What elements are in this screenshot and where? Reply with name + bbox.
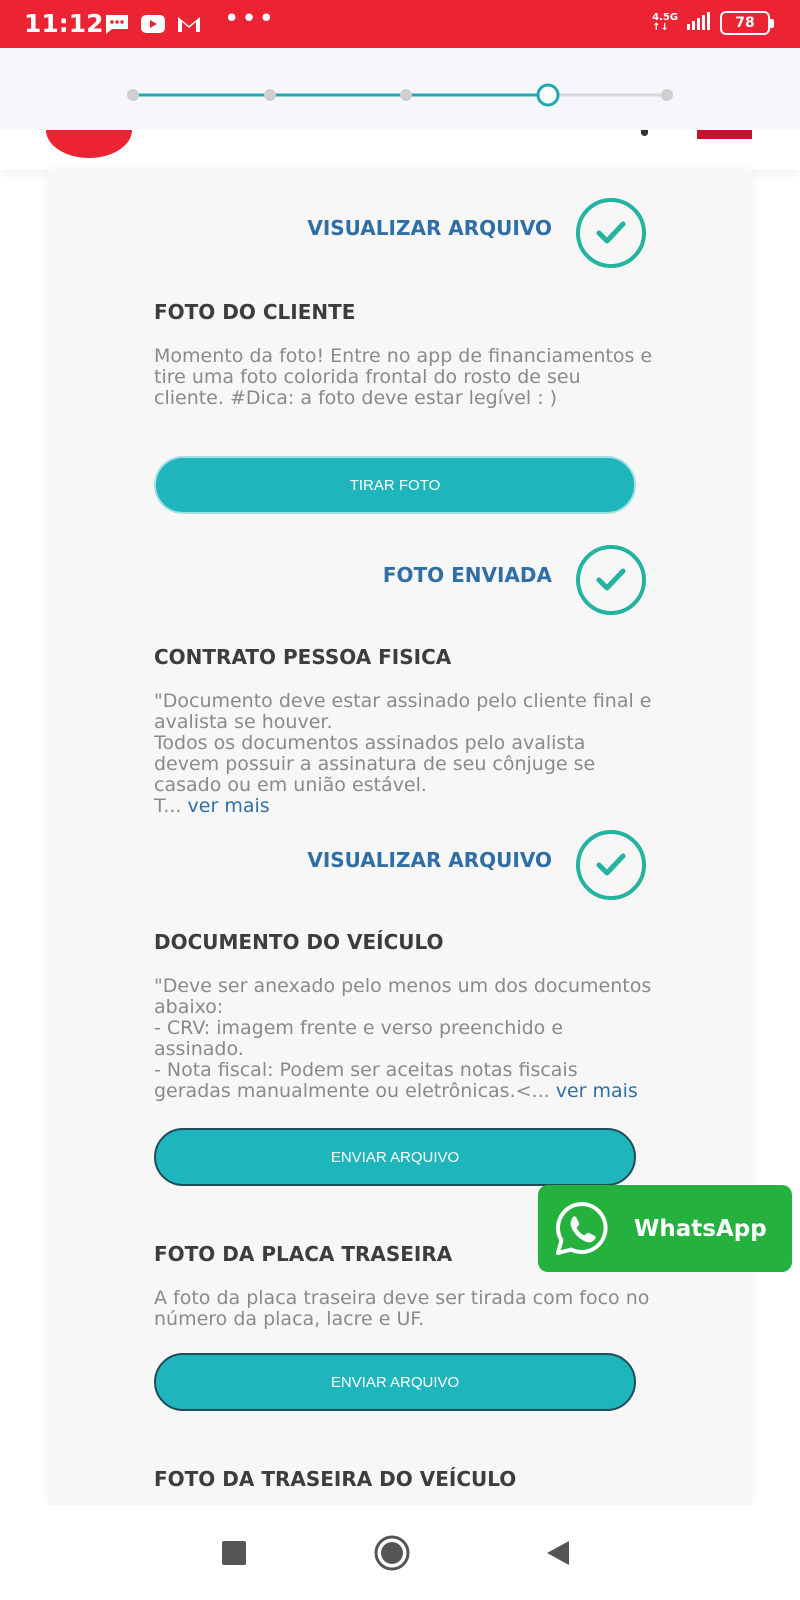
system-indicators: 4.5G ↑↓ 78	[652, 10, 774, 36]
network-indicator: 4.5G ↑↓	[652, 13, 678, 33]
signal-icon	[686, 10, 712, 36]
whatsapp-button[interactable]: WhatsApp	[538, 1185, 792, 1272]
status-row-foto-enviada: FOTO ENVIADA	[48, 545, 752, 615]
doc-line-1: "Deve ser anexado pelo menos um dos docu…	[154, 975, 652, 1018]
visualizar-arquivo-link[interactable]: VISUALIZAR ARQUIVO	[307, 216, 552, 240]
step-3	[400, 89, 412, 101]
placa-traseira-description: A foto da placa traseira deve ser tirada…	[154, 1287, 650, 1330]
whatsapp-label: WhatsApp	[634, 1215, 767, 1242]
whatsapp-icon	[552, 1199, 612, 1259]
ver-mais-link[interactable]: ver mais	[556, 1080, 638, 1102]
message-icon	[104, 12, 130, 36]
placa-traseira-title: FOTO DA PLACA TRASEIRA	[154, 1242, 453, 1266]
contrato-line-1: "Documento deve estar assinado pelo clie…	[154, 690, 652, 733]
step-5	[661, 89, 673, 101]
status-bar: 11:12 ••• 4.5G ↑↓ 78	[0, 0, 800, 48]
foto-enviada-status: FOTO ENVIADA	[382, 563, 552, 587]
system-navigation-bar	[0, 1505, 800, 1600]
doc-line-2: - CRV: imagem frente e verso preenchido …	[154, 1017, 564, 1060]
progress-stepper	[127, 83, 673, 107]
traseira-veiculo-title: FOTO DA TRASEIRA DO VEÍCULO	[154, 1467, 517, 1491]
tirar-foto-button[interactable]: TIRAR FOTO	[154, 456, 636, 514]
doc-truncated: - Nota fiscal: Podem ser aceitas notas f…	[154, 1059, 578, 1102]
contrato-line-3: T... ver mais	[154, 796, 654, 817]
visualizar-arquivo-link[interactable]: VISUALIZAR ARQUIVO	[307, 848, 552, 872]
step-1	[127, 89, 139, 101]
youtube-icon	[140, 12, 166, 36]
documents-panel: VISUALIZAR ARQUIVO FOTO DO CLIENTE Momen…	[48, 170, 752, 1505]
documento-veiculo-description: "Deve ser anexado pelo menos um dos docu…	[154, 976, 654, 1102]
documento-veiculo-title: DOCUMENTO DO VEÍCULO	[154, 930, 444, 954]
gmail-icon	[176, 12, 202, 36]
contrato-line-2: Todos os documentos assinados pelo avali…	[154, 732, 596, 796]
enviar-arquivo-button[interactable]: ENVIAR ARQUIVO	[154, 1353, 636, 1411]
circle-nav-icon[interactable]	[372, 1533, 412, 1573]
foto-cliente-title: FOTO DO CLIENTE	[154, 300, 356, 324]
stepper-band	[0, 48, 800, 130]
app-header	[0, 48, 800, 170]
enviar-arquivo-button[interactable]: ENVIAR ARQUIVO	[154, 1128, 636, 1186]
header-icon[interactable]	[641, 130, 648, 136]
more-notifications-icon: •••	[224, 4, 277, 34]
triangle-back-icon[interactable]	[538, 1533, 578, 1573]
contrato-truncated: T...	[154, 795, 182, 817]
check-icon	[576, 545, 646, 615]
status-row-contrato: VISUALIZAR ARQUIVO	[48, 830, 752, 900]
contrato-description: "Documento deve estar assinado pelo clie…	[154, 691, 654, 817]
battery-icon: 78	[720, 11, 774, 35]
step-4-current	[536, 83, 560, 107]
check-icon	[576, 198, 646, 268]
menu-flag[interactable]	[697, 130, 752, 139]
step-2	[264, 89, 276, 101]
contrato-title: CONTRATO PESSOA FISICA	[154, 645, 452, 669]
status-time: 11:12	[24, 9, 104, 38]
data-arrows-icon: ↑↓	[652, 22, 669, 33]
status-row-visualizar: VISUALIZAR ARQUIVO	[48, 198, 752, 268]
doc-line-3: - Nota fiscal: Podem ser aceitas notas f…	[154, 1060, 654, 1102]
ver-mais-link[interactable]: ver mais	[188, 795, 270, 817]
notification-icons	[104, 12, 202, 36]
check-icon	[576, 830, 646, 900]
battery-level: 78	[735, 15, 755, 31]
square-nav-icon[interactable]	[214, 1533, 254, 1573]
app-logo[interactable]	[46, 130, 132, 158]
foto-cliente-description: Momento da foto! Entre no app de financi…	[154, 345, 653, 409]
